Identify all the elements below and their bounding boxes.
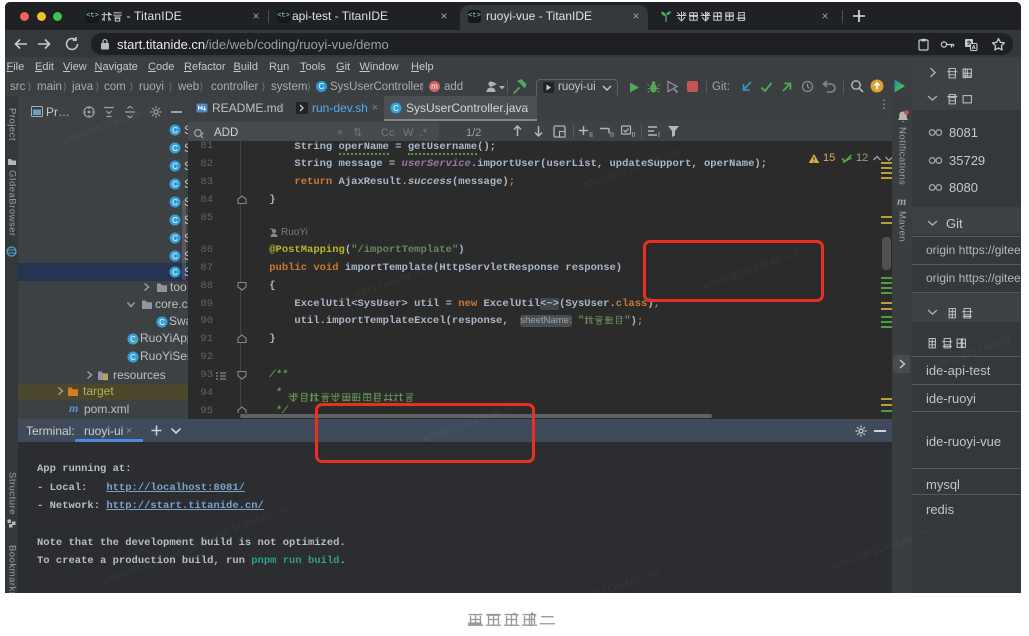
svg-text:C: C [159, 318, 165, 327]
svg-text:I: I [658, 132, 660, 138]
svg-text:C: C [172, 268, 178, 277]
svg-text:C: C [172, 216, 178, 225]
svg-text:C: C [172, 252, 178, 261]
svg-text:C: C [172, 234, 178, 243]
svg-text:C: C [172, 162, 178, 171]
svg-text:C: C [393, 104, 399, 113]
svg-text:II: II [632, 132, 636, 138]
svg-text:C: C [172, 180, 178, 189]
svg-text:C: C [130, 353, 136, 362]
svg-text:C: C [172, 126, 178, 135]
svg-text:II: II [589, 132, 593, 138]
svg-text:II: II [610, 132, 614, 138]
svg-text:C: C [172, 144, 178, 153]
svg-text:C: C [172, 198, 178, 207]
